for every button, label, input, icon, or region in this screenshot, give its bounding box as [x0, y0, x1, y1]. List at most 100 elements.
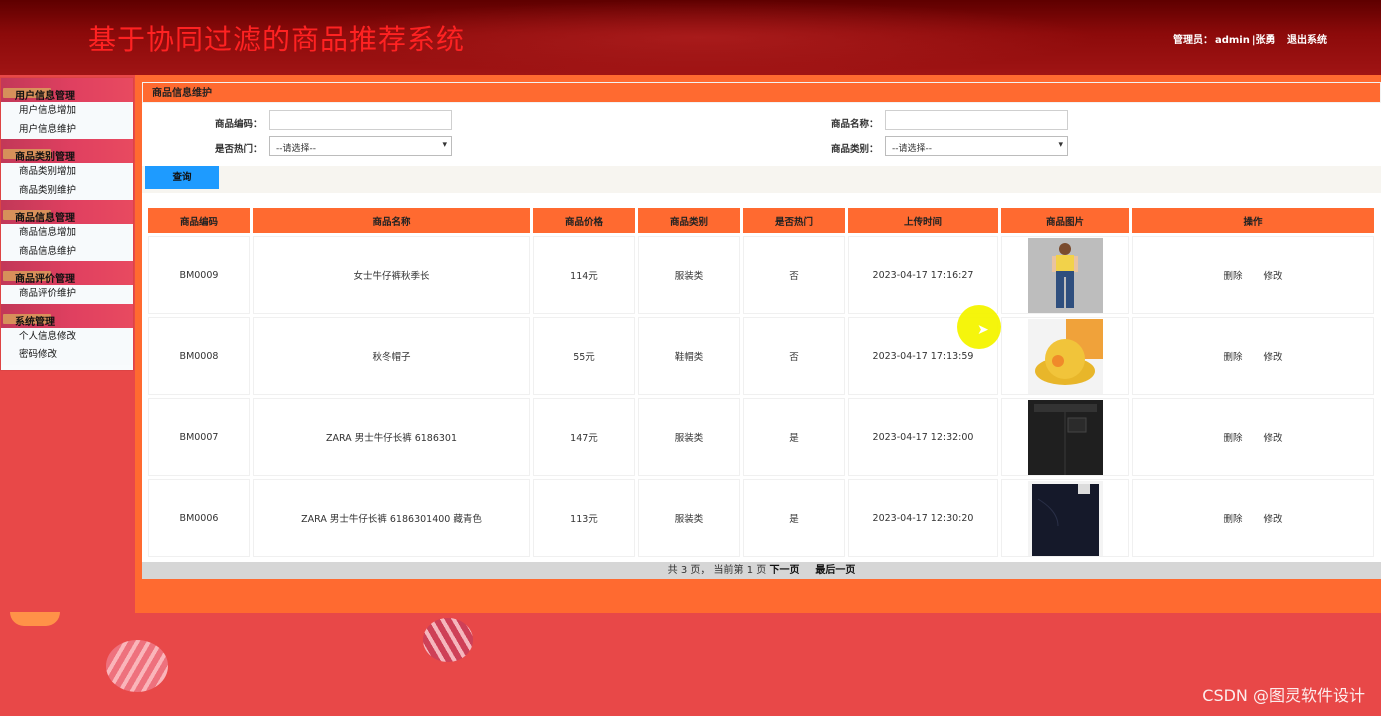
cell-category: 服装类 [638, 236, 740, 314]
category-select-value: --请选择-- [892, 144, 932, 154]
hot-label: 是否热门： [215, 144, 263, 155]
last-page-link[interactable]: 最后一页 [815, 565, 855, 576]
hot-select-value: --请选择-- [276, 144, 316, 154]
menu-item-user-add[interactable]: 用户信息增加 [1, 102, 133, 121]
cell-image [1001, 317, 1129, 395]
search-strip [142, 166, 1381, 193]
product-table: 商品编码 商品名称 商品价格 商品类别 是否热门 上传时间 商品图片 操作 BM… [145, 205, 1377, 560]
delete-link[interactable]: 删除 [1223, 433, 1242, 444]
header: 基于协同过滤的商品推荐系统 管理员： admin |张勇 退出系统 [0, 0, 1381, 75]
menu-item-profile-edit[interactable]: 个人信息修改 [1, 327, 133, 346]
name-input[interactable] [885, 110, 1068, 130]
menu-item-product-add[interactable]: 商品信息增加 [1, 224, 133, 243]
cell-actions: 删除 修改 [1132, 398, 1374, 476]
user-name: 张勇 [1255, 35, 1276, 46]
cell-hot: 否 [743, 236, 845, 314]
menu-group-user[interactable]: 用户信息管理 [1, 78, 133, 102]
edit-link[interactable]: 修改 [1264, 433, 1283, 444]
cell-actions: 删除 修改 [1132, 479, 1374, 557]
pager-summary: 共 3 页， 当前第 1 页 [667, 565, 767, 576]
cell-hot: 否 [743, 317, 845, 395]
panel-title: 商品信息维护 [142, 82, 1381, 103]
chevron-down-icon: ▾ [442, 140, 447, 150]
col-header-code: 商品编码 [148, 208, 250, 233]
pagination: 共 3 页， 当前第 1 页 下一页 最后一页 [142, 562, 1381, 579]
hot-select[interactable]: --请选择-- ▾ [269, 136, 452, 156]
decor-ball [423, 618, 473, 662]
cell-actions: 删除 修改 [1132, 236, 1374, 314]
menu-item-password-edit[interactable]: 密码修改 [1, 346, 133, 365]
cell-price: 114元 [533, 236, 635, 314]
yellow-hat-image [1027, 318, 1103, 394]
user-bar: 管理员： admin |张勇 退出系统 [1172, 35, 1327, 46]
col-header-hot: 是否热门 [743, 208, 845, 233]
name-label: 商品名称： [831, 119, 879, 130]
delete-link[interactable]: 删除 [1223, 514, 1242, 525]
table-row: BM0009 女士牛仔裤秋季长 114元 服装类 否 2023-04-17 17… [148, 236, 1374, 314]
code-label: 商品编码： [215, 119, 263, 130]
black-pants-image [1027, 399, 1103, 475]
next-page-link[interactable]: 下一页 [769, 565, 799, 576]
logout-link[interactable]: 退出系统 [1287, 35, 1327, 46]
edit-link[interactable]: 修改 [1264, 514, 1283, 525]
chevron-down-icon: ▾ [1058, 140, 1063, 150]
menu-item-category-maintain[interactable]: 商品类别维护 [1, 181, 133, 200]
col-header-category: 商品类别 [638, 208, 740, 233]
cell-image [1001, 479, 1129, 557]
menu-group-review[interactable]: 商品评价管理 [1, 261, 133, 285]
menu-group-system[interactable]: 系统管理 [1, 303, 133, 328]
menu-item-user-maintain[interactable]: 用户信息维护 [1, 120, 133, 139]
content-panel: 商品信息维护 商品编码： 商品名称： 是否热门： --请选择-- ▾ 商品类别：… [142, 82, 1381, 579]
col-header-actions: 操作 [1132, 208, 1374, 233]
cell-price: 113元 [533, 479, 635, 557]
navy-pants-image [1027, 480, 1103, 556]
table-row: BM0006 ZARA 男士牛仔长裤 6186301400 藏青色 113元 服… [148, 479, 1374, 557]
table-header-row: 商品编码 商品名称 商品价格 商品类别 是否热门 上传时间 商品图片 操作 [148, 208, 1374, 233]
cell-name: ZARA 男士牛仔长裤 6186301 [253, 398, 530, 476]
menu-group-title: 商品类别管理 [15, 152, 75, 163]
cell-name: 秋冬帽子 [253, 317, 530, 395]
cell-price: 147元 [533, 398, 635, 476]
cell-hot: 是 [743, 398, 845, 476]
menu-item-category-add[interactable]: 商品类别增加 [1, 163, 133, 182]
menu-group-title: 商品评价管理 [15, 274, 75, 285]
category-select[interactable]: --请选择-- ▾ [885, 136, 1068, 156]
menu-group-title: 用户信息管理 [15, 91, 75, 102]
menu-group-category[interactable]: 商品类别管理 [1, 139, 133, 163]
edit-link[interactable]: 修改 [1264, 352, 1283, 363]
cell-time: 2023-04-17 12:30:20 [848, 479, 998, 557]
cell-name: 女士牛仔裤秋季长 [253, 236, 530, 314]
search-area: 商品编码： 商品名称： 是否热门： --请选择-- ▾ 商品类别： --请选择-… [142, 103, 1381, 193]
edit-link[interactable]: 修改 [1264, 271, 1283, 282]
cell-code: BM0009 [148, 236, 250, 314]
main-area: 商品信息维护 商品编码： 商品名称： 是否热门： --请选择-- ▾ 商品类别：… [135, 75, 1381, 613]
delete-link[interactable]: 删除 [1223, 352, 1242, 363]
cell-name: ZARA 男士牛仔长裤 6186301400 藏青色 [253, 479, 530, 557]
admin-name: admin [1214, 35, 1250, 46]
menu-item-product-maintain[interactable]: 商品信息维护 [1, 242, 133, 261]
menu-group-product[interactable]: 商品信息管理 [1, 200, 133, 224]
category-label: 商品类别： [831, 144, 879, 155]
watermark: CSDN @图灵软件设计 [1202, 686, 1365, 705]
cell-image [1001, 398, 1129, 476]
col-header-time: 上传时间 [848, 208, 998, 233]
table-row: BM0007 ZARA 男士牛仔长裤 6186301 147元 服装类 是 20… [148, 398, 1374, 476]
table-row: BM0008 秋冬帽子 55元 鞋帽类 否 2023-04-17 17:13:5… [148, 317, 1374, 395]
decor-ball [10, 612, 60, 626]
menu-item-review-maintain[interactable]: 商品评价维护 [1, 285, 133, 304]
cell-actions: 删除 修改 [1132, 317, 1374, 395]
code-input[interactable] [269, 110, 452, 130]
sidebar: 用户信息管理 用户信息增加 用户信息维护 商品类别管理 商品类别增加 商品类别维… [0, 75, 135, 613]
search-button[interactable]: 查询 [145, 166, 219, 189]
jeans-woman-image [1027, 237, 1103, 313]
cell-time: 2023-04-17 12:32:00 [848, 398, 998, 476]
sidebar-menu: 用户信息管理 用户信息增加 用户信息维护 商品类别管理 商品类别增加 商品类别维… [0, 77, 134, 371]
cell-price: 55元 [533, 317, 635, 395]
cell-code: BM0006 [148, 479, 250, 557]
mouse-pointer-icon: ➤ [977, 322, 989, 338]
cell-hot: 是 [743, 479, 845, 557]
site-title: 基于协同过滤的商品推荐系统 [88, 23, 466, 56]
delete-link[interactable]: 删除 [1223, 271, 1242, 282]
menu-group-title: 商品信息管理 [15, 213, 75, 224]
cell-code: BM0008 [148, 317, 250, 395]
